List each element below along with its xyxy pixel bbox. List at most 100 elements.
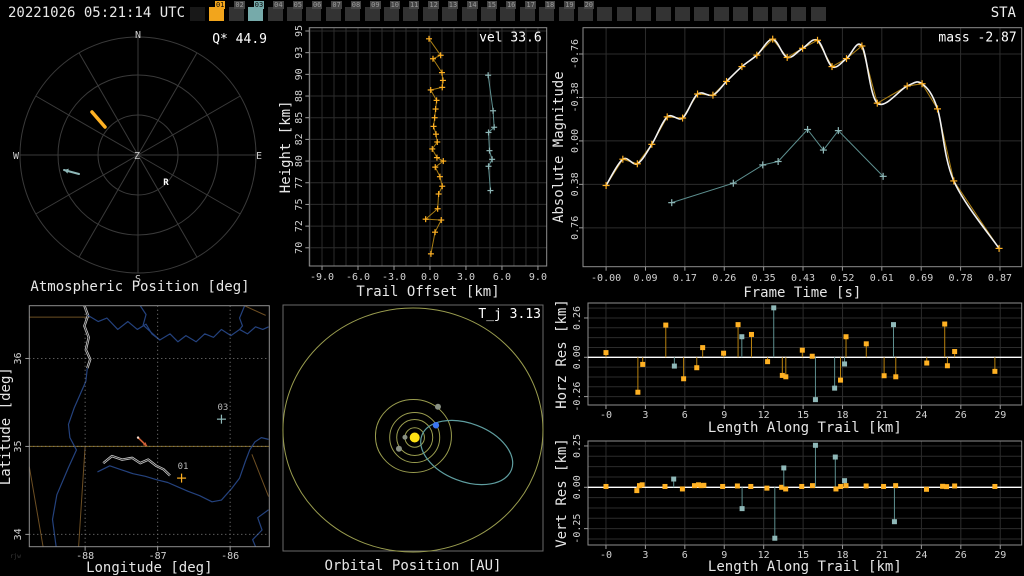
svg-text:24: 24	[915, 550, 927, 561]
svg-text:0.61: 0.61	[870, 273, 894, 284]
svg-text:Longitude [deg]: Longitude [deg]	[86, 560, 212, 576]
station-box[interactable]	[616, 7, 632, 21]
svg-text:-0: -0	[600, 550, 612, 561]
svg-text:01: 01	[178, 462, 189, 472]
svg-text:Length Along Trail [km]: Length Along Trail [km]	[708, 559, 902, 575]
station-box[interactable]	[694, 7, 710, 21]
station-box-20[interactable]: 20	[578, 1, 594, 21]
station-box-label: 14	[467, 1, 478, 9]
station-box-18[interactable]: 18	[539, 1, 556, 21]
svg-text:-9.0: -9.0	[310, 272, 334, 283]
station-box-19[interactable]: 19	[558, 1, 575, 21]
svg-text:0.69: 0.69	[909, 273, 933, 284]
svg-text:24: 24	[915, 410, 927, 421]
station-box-01[interactable]: 01	[209, 1, 226, 21]
svg-text:vel 33.6: vel 33.6	[479, 31, 542, 46]
station-box-04[interactable]: 04	[267, 1, 284, 21]
magnitude-grid	[583, 27, 1022, 267]
station-box-label: 03	[253, 1, 265, 9]
station-box[interactable]	[752, 7, 768, 21]
station-box-05[interactable]: 05	[287, 1, 303, 21]
station-box-09[interactable]: 09	[364, 1, 381, 21]
station-box-08[interactable]: 08	[345, 1, 362, 21]
svg-text:Vert Res [km]: Vert Res [km]	[554, 438, 570, 548]
map-features	[29, 305, 270, 547]
svg-text:0.26: 0.26	[572, 306, 583, 330]
timestamp: 20221026 05:21:14 UTC	[8, 5, 186, 21]
svg-text:R: R	[163, 178, 169, 188]
vert_res-grid	[588, 441, 1022, 545]
map-station-03: 03	[216, 403, 228, 424]
station-box[interactable]	[713, 7, 729, 21]
svg-text:93: 93	[294, 47, 305, 59]
svg-text:-3.0: -3.0	[382, 272, 406, 283]
trail-border	[308, 27, 548, 267]
map-trajectory	[136, 436, 148, 447]
orbital-bodies	[395, 403, 441, 452]
svg-text:29: 29	[994, 550, 1006, 561]
station-box-label: 08	[350, 1, 362, 9]
station-box[interactable]	[597, 7, 613, 21]
svg-text:-86: -86	[221, 551, 239, 562]
station-box-label: 09	[370, 1, 381, 9]
station-box-label: 20	[583, 1, 594, 9]
svg-text:Atmospheric Position [deg]: Atmospheric Position [deg]	[30, 279, 249, 295]
svg-text:Frame Time [s]: Frame Time [s]	[743, 285, 861, 301]
station-box-label: 07	[331, 1, 342, 9]
svg-text:Horz Res [km]: Horz Res [km]	[554, 299, 570, 409]
svg-text:85: 85	[294, 112, 305, 124]
svg-text:0.52: 0.52	[830, 273, 854, 284]
station-box-07[interactable]: 07	[325, 1, 342, 21]
svg-text:0.00: 0.00	[572, 475, 583, 499]
station-box-14[interactable]: 14	[461, 1, 478, 21]
svg-text:3: 3	[642, 550, 648, 561]
svg-text:0.00: 0.00	[570, 129, 581, 153]
station-box[interactable]	[772, 7, 787, 21]
svg-text:Length Along Trail [km]: Length Along Trail [km]	[708, 420, 902, 436]
trail-series	[422, 35, 447, 257]
svg-text:-6.0: -6.0	[346, 272, 370, 283]
svg-text:03: 03	[217, 403, 228, 413]
map-border	[28, 305, 270, 548]
station-box-03[interactable]: 03	[248, 1, 265, 21]
station-box-label: 19	[564, 1, 575, 9]
svg-text:34: 34	[13, 528, 24, 540]
station-box-17[interactable]: 17	[519, 1, 536, 21]
earth-dot	[432, 422, 440, 429]
station-box[interactable]	[190, 7, 205, 21]
panel-magnitude: -0.00 0.09 0.17 0.26 0.35 0.43 0.52 0.61 0.69 0.7…	[551, 27, 1023, 301]
svg-text:0.76: 0.76	[570, 216, 581, 240]
svg-text:Latitude [deg]: Latitude [deg]	[0, 367, 14, 485]
station-box-label: 01	[214, 1, 226, 9]
station-box[interactable]	[733, 7, 749, 21]
station-box[interactable]	[636, 7, 652, 21]
station-box-11[interactable]: 11	[403, 1, 420, 21]
trail-axis-labels: -9.0 -6.0 -3.0 0.0 3.0 6.0 9.0 70 72 75 77 80 82 85 88…	[278, 25, 547, 300]
station-box-13[interactable]: 13	[442, 1, 459, 21]
station-box-06[interactable]: 06	[306, 1, 323, 21]
svg-text:36: 36	[13, 352, 24, 364]
svg-text:Z: Z	[134, 151, 140, 162]
station-box[interactable]	[655, 7, 671, 21]
station-box[interactable]	[791, 7, 807, 21]
svg-text:80: 80	[294, 155, 305, 167]
station-box-12[interactable]: 12	[422, 1, 439, 21]
station-box-label: 12	[428, 1, 439, 9]
panel-trail: -9.0 -6.0 -3.0 0.0 3.0 6.0 9.0 70 72 75 77 80 82 85 88…	[278, 25, 548, 300]
station-box-16[interactable]: 16	[500, 1, 517, 21]
svg-text:88: 88	[294, 90, 305, 102]
station-box-label: 05	[292, 1, 303, 9]
station-box-02[interactable]: 02	[228, 1, 245, 21]
svg-text:0.0: 0.0	[421, 272, 439, 283]
svg-text:E: E	[256, 151, 262, 162]
station-box-15[interactable]: 15	[481, 1, 497, 21]
vert_res-points	[603, 442, 998, 541]
svg-text:-0.26: -0.26	[572, 382, 583, 412]
sta-label: STA	[990, 5, 1016, 21]
station-box[interactable]	[675, 7, 690, 21]
panel-vert_res: -0 3 6 9 12 15 18 21 24 26 290.250.00-0.25Length A…	[554, 434, 1023, 575]
svg-text:0.35: 0.35	[752, 273, 776, 284]
station-box[interactable]	[810, 7, 826, 21]
svg-text:3.0: 3.0	[457, 272, 475, 283]
station-box-10[interactable]: 10	[384, 1, 400, 21]
